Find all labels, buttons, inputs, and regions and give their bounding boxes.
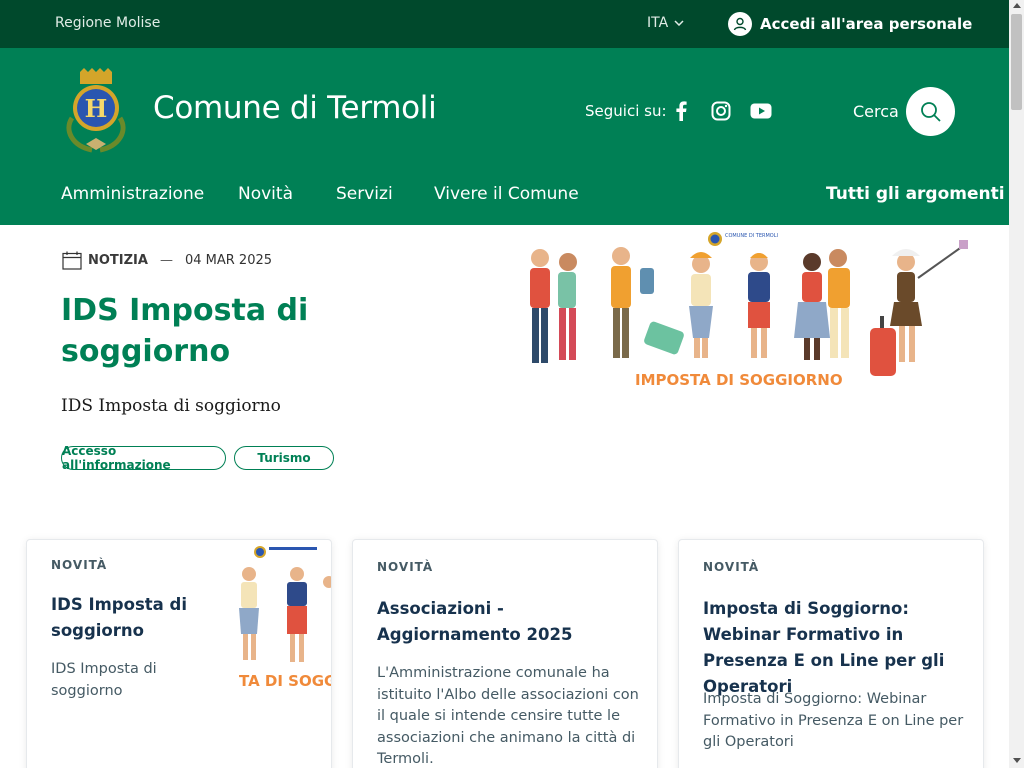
news-card[interactable]: NOVITÀ IDS Imposta di soggiorno IDS Impo… (26, 539, 332, 768)
instagram-icon[interactable] (710, 100, 732, 122)
login-button[interactable]: Accedi all'area personale (728, 12, 972, 36)
news-card[interactable]: NOVITÀ Associazioni - Aggiornamento 2025… (352, 539, 658, 768)
topic-chip-accesso[interactable]: Accesso all'informazione (61, 444, 226, 472)
follow-label: Seguici su: (585, 102, 667, 120)
thumb-caption: TA DI SOGG (239, 672, 332, 690)
facebook-icon[interactable] (670, 100, 692, 122)
page-scrollbar[interactable] (1009, 0, 1024, 768)
hero-illustration: COMUNE DI TERMOLI IMPOSTA DI SOGGIORNO (530, 232, 968, 389)
card-tag: NOVITÀ (703, 560, 760, 574)
youtube-icon[interactable] (750, 100, 772, 122)
search-icon (920, 101, 941, 122)
calendar-icon (62, 251, 82, 270)
nav-item-vivere-il-comune[interactable]: Vivere il Comune (434, 184, 579, 204)
card-tag: NOVITÀ (377, 560, 434, 574)
hero-category: NOTIZIA (88, 253, 148, 268)
site-title[interactable]: Comune di Termoli (153, 90, 437, 126)
news-card[interactable]: NOVITÀ Imposta di Soggiorno: Webinar For… (678, 539, 984, 768)
hero-date: 04 MAR 2025 (184, 253, 273, 268)
region-link[interactable]: Regione Molise (55, 15, 160, 31)
topic-chip-turismo[interactable]: Turismo (234, 446, 334, 470)
card-text: IDS Imposta di soggiorno (51, 661, 157, 699)
card-title[interactable]: Associazioni - Aggiornamento 2025 (377, 596, 637, 648)
scroll-up-arrow-icon[interactable] (1013, 3, 1021, 8)
chevron-down-icon (674, 20, 684, 26)
nav-item-tutti-gli-argomenti[interactable]: Tutti gli argomenti (826, 184, 1005, 204)
login-label: Accedi all'area personale (760, 15, 973, 33)
card-text: L'Amministrazione comunale ha istituito … (377, 665, 639, 767)
scroll-down-arrow-icon[interactable] (1013, 758, 1021, 763)
card-text: Imposta di Soggiorno: Webinar Formativo … (703, 691, 964, 750)
card-tag: NOVITÀ (51, 558, 108, 572)
hero-title[interactable]: IDS Imposta di soggiorno (61, 290, 361, 372)
scrollbar-thumb[interactable] (1011, 14, 1022, 110)
nav-item-amministrazione[interactable]: Amministrazione (61, 184, 204, 204)
hero-meta: NOTIZIA — 04 MAR 2025 (62, 251, 272, 270)
svg-text:H: H (85, 94, 108, 123)
hero-description: IDS Imposta di soggiorno (61, 396, 281, 416)
card-thumbnail: TA DI SOGG (239, 546, 332, 690)
seal-text: COMUNE DI TERMOLI (725, 233, 778, 239)
hero-image-caption: IMPOSTA DI SOGGIORNO (635, 371, 843, 389)
card-title[interactable]: Imposta di Soggiorno: Webinar Formativo … (703, 596, 967, 700)
language-label: ITA (647, 15, 669, 31)
nav-item-servizi[interactable]: Servizi (336, 184, 393, 204)
top-bar: Regione Molise ITA Accedi all'area perso… (0, 0, 1009, 48)
nav-item-novita[interactable]: Novità (238, 184, 293, 204)
municipal-seal: COMUNE DI TERMOLI (708, 232, 778, 246)
site-header: H Comune di Termoli Seguici su: Cerca Am… (0, 48, 1009, 225)
coat-of-arms-logo[interactable]: H (62, 68, 130, 154)
search-button[interactable] (906, 87, 955, 136)
meta-separator: — (159, 253, 173, 268)
user-icon (728, 12, 752, 36)
search-label[interactable]: Cerca (853, 102, 899, 121)
card-title[interactable]: IDS Imposta di soggiorno (51, 592, 221, 644)
language-selector[interactable]: ITA (647, 15, 684, 31)
